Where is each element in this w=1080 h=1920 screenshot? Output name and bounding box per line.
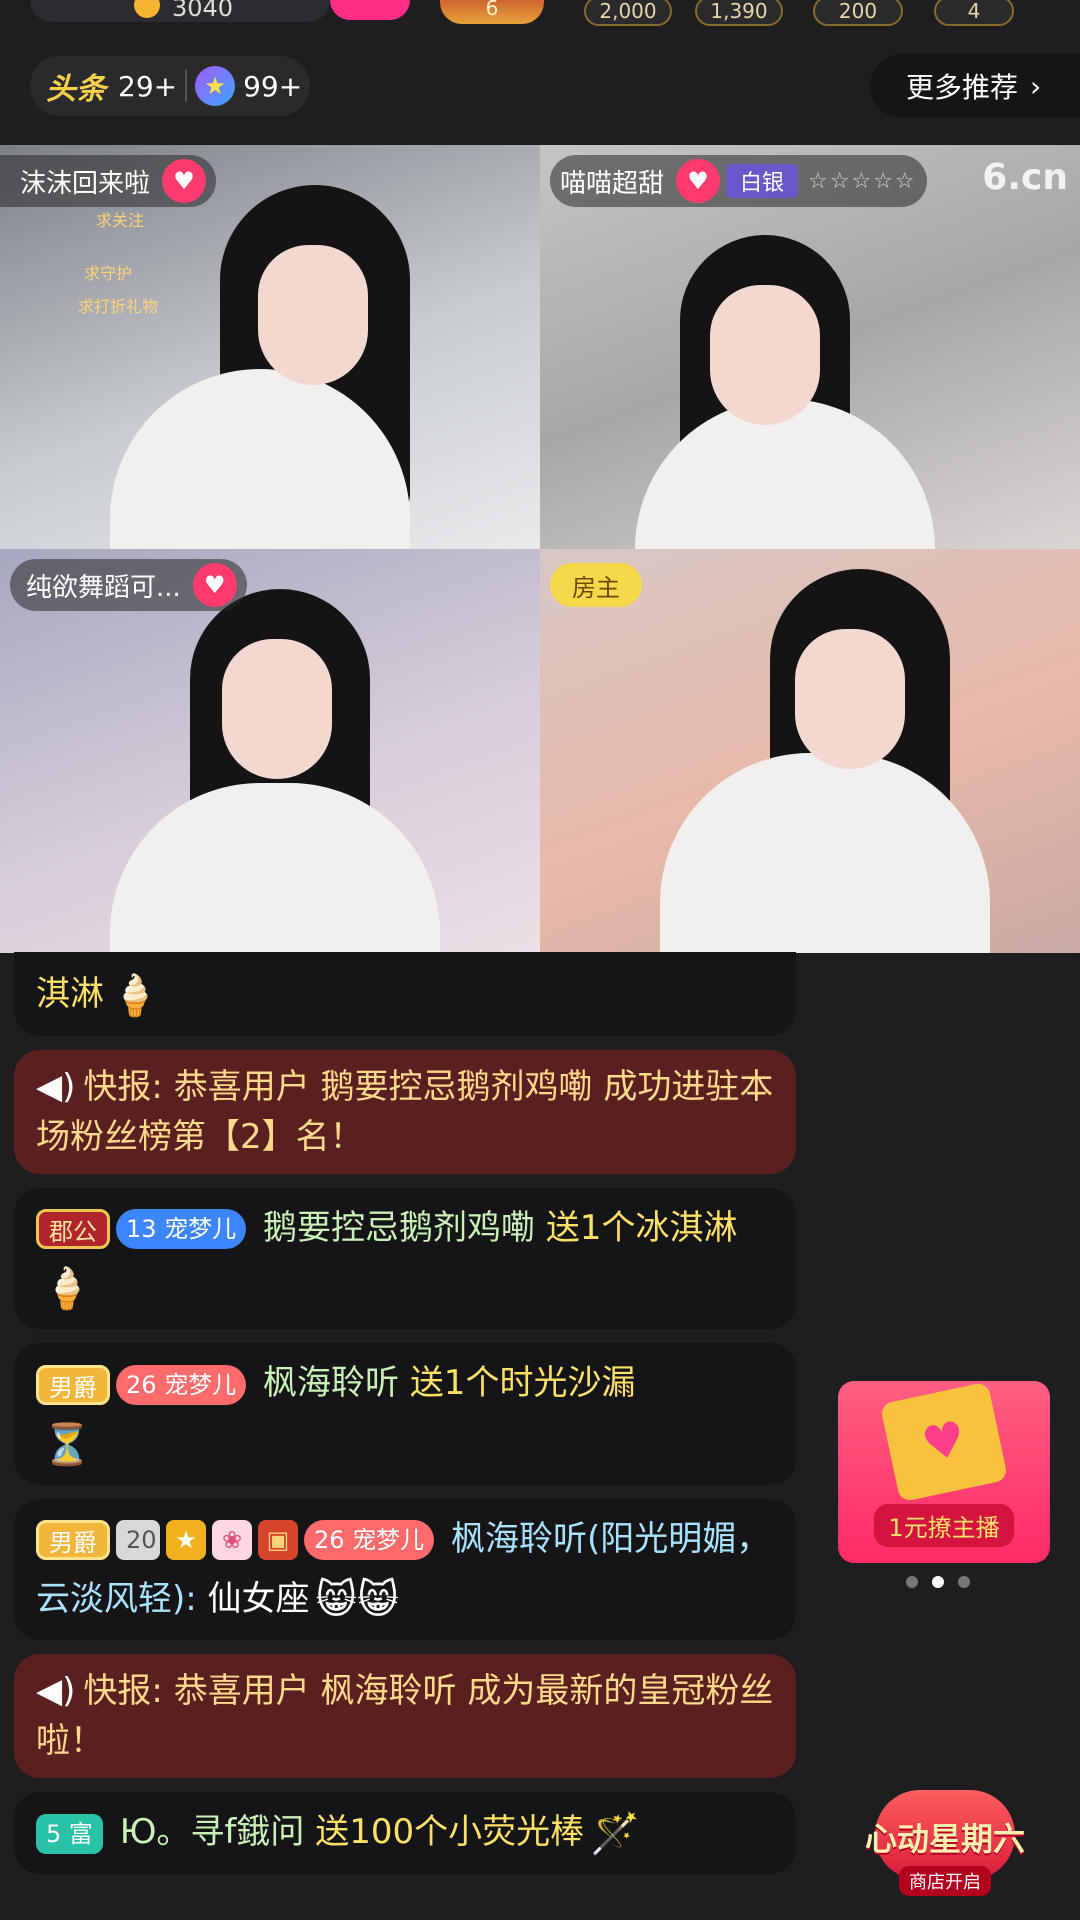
noble-title-badge[interactable]: 郡公 [36, 1209, 110, 1249]
gift-count-3[interactable]: 200 [813, 0, 903, 26]
ice-cream-icon: 🍦 [110, 972, 160, 1019]
gift-box-icon[interactable]: ❀ [212, 1520, 252, 1560]
gift-count-1[interactable]: 2,000 [584, 0, 672, 26]
follow-heart-icon[interactable]: ♥ [192, 563, 237, 607]
chat-username[interactable]: 枫海聆听 [263, 1363, 399, 1403]
event-badge[interactable]: 心动星期六 商店开启 [840, 1780, 1050, 1910]
streamer-name: 纯欲舞蹈可... [26, 572, 181, 603]
chat-message: 男爵 26 宠梦儿 枫海聆听 送1个时光沙漏 ⏳ [14, 1343, 796, 1485]
chat-username[interactable]: 鹅要控忌鹅剂鸡嘞 [263, 1208, 535, 1248]
star-count: 99+ [243, 69, 303, 103]
gift-count-4[interactable]: 4 [934, 0, 1014, 26]
follow-button[interactable] [330, 0, 410, 20]
flash-prefix: 快报: [83, 1671, 163, 1711]
stream-name-tag[interactable]: 喵喵超甜 ♥ 白银 ☆☆☆☆☆ [550, 155, 927, 207]
chat-message: 男爵 20 ★ ❀ ▣ 26 宠梦儿 枫海聆听(阳光明媚，云淡风轻): 仙女座 😸😸 [14, 1498, 796, 1640]
stream-tile-2[interactable]: 喵喵超甜 ♥ 白银 ☆☆☆☆☆ 6.cn [540, 145, 1080, 549]
ice-cream-icon: 🍦 [42, 1266, 92, 1312]
noble-title-badge[interactable]: 男爵 [36, 1520, 110, 1560]
rank-badge: 白银 [726, 164, 799, 198]
gift-text: 淇淋 [36, 974, 104, 1014]
carousel-dot-active[interactable] [932, 1576, 944, 1588]
streamer-face [258, 245, 368, 385]
noble-title-badge[interactable]: 男爵 [36, 1364, 110, 1405]
gift-action: 送1个冰淇淋 [545, 1207, 738, 1248]
more-recommend-label: 更多推荐 [906, 71, 1019, 104]
chat-username[interactable]: Ю。寻f鋨问 [120, 1812, 305, 1852]
fan-level: 13 [126, 1215, 157, 1243]
speaker-icon: ◀) [36, 1066, 76, 1107]
streamer-face [710, 285, 820, 425]
chat-text: 仙女座 [207, 1578, 310, 1619]
fan-badge-label: 宠梦儿 [352, 1526, 425, 1554]
streamer-name: 沫沫回来啦 [20, 168, 151, 199]
streamer-name: 喵喵超甜 [560, 168, 665, 199]
stream-tile-4[interactable]: 房主 [540, 549, 1080, 953]
glow-stick-icon: 🪄 [590, 1810, 640, 1857]
hourglass-icon: ⏳ [42, 1421, 92, 1468]
rating-stars: ☆☆☆☆☆ [808, 168, 917, 194]
wealth-level-badge[interactable]: 5 富 [36, 1813, 103, 1854]
gift-action: 送1个时光沙漏 [409, 1363, 636, 1403]
fan-badge[interactable]: 26 宠梦儿 [304, 1520, 435, 1560]
stream-tile-1[interactable]: 求关注 求守护 求打折礼物 沫沫回来啦 ♥ [0, 145, 540, 549]
coin-value: 3040 [172, 0, 234, 22]
overlay-line-2: 求守护 [84, 264, 133, 283]
star-medal-icon[interactable]: ★ [166, 1520, 206, 1560]
streamer-body [110, 783, 440, 953]
chat-message: 5 富 Ю。寻f鋨问 送100个小荧光棒 🪄 [14, 1792, 796, 1874]
stream-name-tag[interactable]: 沫沫回来啦 ♥ [0, 155, 217, 207]
carousel-dot[interactable] [906, 1576, 918, 1588]
cat-sticker-icon: 😸😸 [315, 1577, 399, 1623]
headline-count: 29+ [118, 69, 178, 103]
promo-label: 1元撩主播 [874, 1504, 1014, 1547]
promo-banner[interactable]: ♥ 1元撩主播 [838, 1381, 1050, 1563]
more-recommend-button[interactable]: 更多推荐 › [870, 54, 1080, 118]
overlay-line-1: 求关注 [96, 211, 145, 230]
crown-level-badge[interactable]: 6 [440, 0, 544, 24]
carousel-dots[interactable] [906, 1576, 970, 1588]
headline-bar[interactable]: 头条 29+ ★ 99+ [30, 56, 310, 116]
fan-badge-label: 宠梦儿 [164, 1215, 237, 1243]
fan-level: 26 [314, 1526, 345, 1554]
video-grid: 求关注 求守护 求打折礼物 沫沫回来啦 ♥ 喵喵超甜 ♥ 白银 ☆☆☆☆☆ 6.… [0, 145, 1080, 953]
guard-badge[interactable]: 20 [116, 1520, 160, 1560]
chat-message: 淇淋 🍦 [14, 952, 796, 1036]
heart-card-icon: ♥ [879, 1381, 1009, 1503]
crown-level-value: 6 [485, 0, 499, 20]
streamer-face [222, 639, 332, 779]
chat-list[interactable]: 淇淋 🍦 ◀) 快报: 恭喜用户 鹅要控忌鹅剂鸡嘞 成功进驻本场粉丝榜第【2】名！ … [14, 952, 796, 1888]
watermark-logo: 6.cn [982, 157, 1068, 198]
event-subtitle: 商店开启 [899, 1866, 991, 1896]
carousel-dot[interactable] [958, 1576, 970, 1588]
follow-heart-icon[interactable]: ♥ [162, 159, 207, 203]
fan-badge[interactable]: 13 宠梦儿 [116, 1209, 247, 1249]
divider [185, 70, 188, 102]
speaker-icon: ◀) [36, 1671, 76, 1711]
headline-logo: 头条 [46, 72, 106, 107]
event-title: 心动星期六 [864, 1820, 1025, 1858]
stream-tile-3[interactable]: 纯欲舞蹈可... ♥ [0, 549, 540, 953]
flash-news-message: ◀) 快报: 恭喜用户 枫海聆听 成为最新的皇冠粉丝啦！ [14, 1654, 796, 1778]
top-status-strip: 3040 6 2,000 1,390 200 4 [0, 0, 1080, 30]
fan-level: 26 [126, 1370, 157, 1399]
stream-name-tag[interactable]: 纯欲舞蹈可... ♥ [10, 559, 247, 611]
treasure-chest-icon[interactable]: ▣ [258, 1520, 298, 1560]
overlay-line-3: 求打折礼物 [78, 297, 159, 316]
follow-heart-icon[interactable]: ♥ [676, 159, 721, 203]
chevron-right-icon: › [1030, 69, 1042, 103]
gift-count-2[interactable]: 1,390 [695, 0, 783, 26]
flash-news-message: ◀) 快报: 恭喜用户 鹅要控忌鹅剂鸡嘞 成功进驻本场粉丝榜第【2】名！ [14, 1049, 796, 1174]
fan-badge-label: 宠梦儿 [164, 1370, 237, 1399]
room-owner-tag: 房主 [550, 563, 642, 607]
star-icon: ★ [195, 66, 236, 106]
chat-message: 郡公 13 宠梦儿 鹅要控忌鹅剂鸡嘞 送1个冰淇淋🍦 [14, 1187, 796, 1329]
fan-badge[interactable]: 26 宠梦儿 [116, 1364, 247, 1405]
flash-prefix: 快报: [83, 1066, 163, 1107]
streamer-face [795, 629, 905, 769]
gift-action: 送100个小荧光棒 [315, 1812, 585, 1852]
